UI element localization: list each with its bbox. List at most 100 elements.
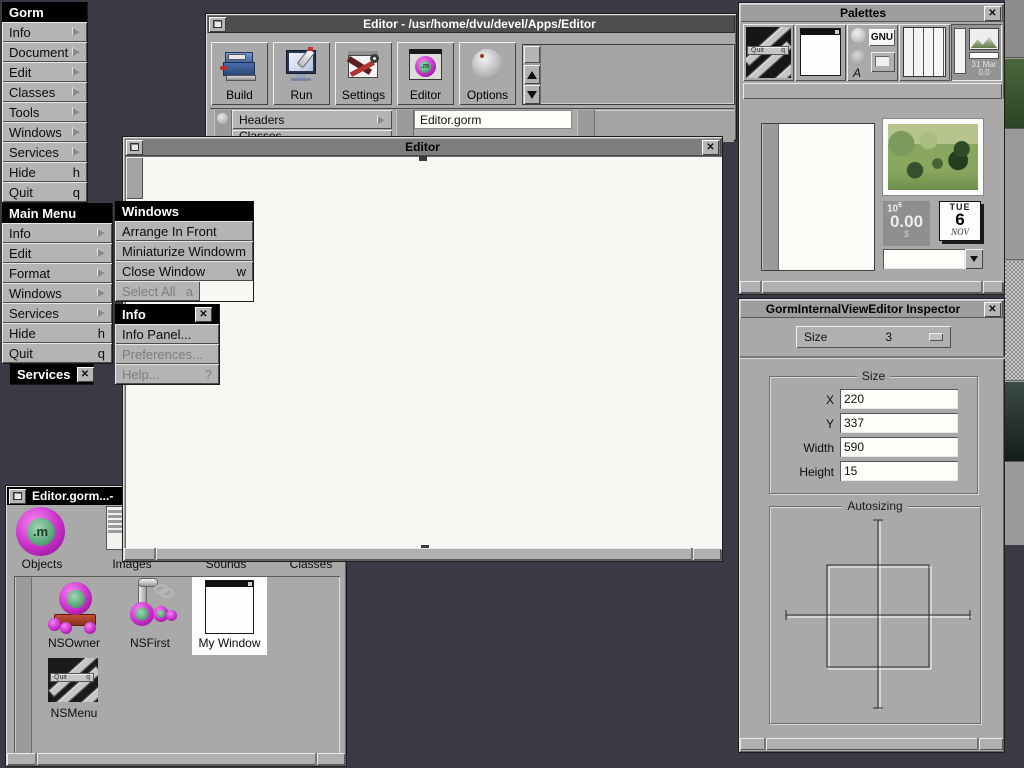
dock-tile[interactable] (1005, 382, 1024, 462)
window-title: Palettes (742, 6, 984, 20)
menu-item-miniaturize-window[interactable]: Miniaturize Windowm (115, 241, 253, 261)
scrollbar-knob[interactable] (524, 46, 540, 63)
palette-misc-selected[interactable]: 31 Mar 0.0 (951, 24, 1002, 81)
menu-item-quit[interactable]: Quitq (2, 182, 87, 202)
menu-item-info-panel[interactable]: Info Panel... (115, 324, 219, 344)
menu-item-classes[interactable]: Classes (2, 82, 87, 102)
inspector-titlebar[interactable]: GormInternalViewEditor Inspector ✕ (740, 300, 1003, 318)
selection-handle-top[interactable] (419, 156, 427, 161)
menu-item-quit[interactable]: Quitq (2, 343, 112, 363)
x-field[interactable] (840, 389, 958, 409)
palette-data[interactable] (899, 24, 950, 81)
run-button[interactable]: Run (273, 42, 330, 105)
window-resize-bar[interactable] (740, 281, 1003, 293)
close-button[interactable]: ✕ (77, 367, 94, 382)
menu-item-windows[interactable]: Windows (2, 283, 112, 303)
menu-item-hide[interactable]: Hideh (2, 323, 112, 343)
palette-textview[interactable] (761, 123, 875, 271)
tab-objects[interactable]: Objects (16, 557, 68, 571)
window-resize-bar[interactable] (7, 753, 345, 765)
submenu-arrow-icon (73, 108, 80, 116)
menu-item-document[interactable]: Document (2, 42, 87, 62)
editor-window-titlebar[interactable]: Editor ✕ (124, 138, 721, 156)
mywindow-icon (205, 580, 254, 634)
menu-item-arrange-in-front[interactable]: Arrange In Front (115, 221, 253, 241)
palette-imageview[interactable] (883, 119, 983, 195)
menu-item-select-all[interactable]: Select Alla (115, 281, 200, 301)
close-icon: ✕ (81, 369, 89, 380)
miniaturize-button[interactable] (9, 489, 26, 504)
menu-item-services[interactable]: Services (2, 303, 112, 323)
options-icon (471, 48, 505, 82)
window-title: Editor (143, 140, 702, 154)
nsmenu-quit-row: Quitq (50, 673, 94, 682)
menu-item-tools[interactable]: Tools (2, 102, 87, 122)
object-label: NSFirst (120, 636, 180, 650)
menu-item-info[interactable]: Info (2, 223, 112, 243)
close-button[interactable]: ✕ (984, 302, 1001, 317)
y-field[interactable] (840, 413, 958, 433)
gorm-menu-titlebar[interactable]: Gorm (2, 2, 87, 22)
main-menu-titlebar[interactable]: Main Menu (2, 203, 112, 223)
menu-item-help[interactable]: Help...? (115, 364, 219, 384)
toolbar-scrollbar[interactable] (523, 45, 541, 104)
services-menu-titlebar[interactable]: Services ✕ (10, 364, 93, 384)
scroll-up-button[interactable] (524, 65, 540, 84)
editor-button[interactable]: .m Editor (397, 42, 454, 105)
miniaturize-button[interactable] (209, 17, 226, 32)
object-nsowner[interactable]: NSOwner (42, 578, 106, 654)
browser-cell-selected[interactable]: Editor.gorm (414, 110, 572, 129)
options-button[interactable]: Options (459, 42, 516, 105)
window-title: GormInternalViewEditor Inspector (742, 302, 984, 316)
calendar-view[interactable]: TUE 6 NOV (939, 201, 981, 241)
menu-item-windows[interactable]: Windows (2, 122, 87, 142)
height-field[interactable] (840, 461, 958, 481)
menu-item-format[interactable]: Format (2, 263, 112, 283)
menu-item-info[interactable]: Info (2, 22, 87, 42)
close-button[interactable]: ✕ (702, 140, 719, 155)
window-resize-bar[interactable] (124, 548, 721, 560)
build-button[interactable]: Build (211, 42, 268, 105)
combo-input[interactable] (883, 249, 965, 269)
menu-item-services[interactable]: Services (2, 142, 87, 162)
object-mywindow-selected[interactable]: My Window (192, 577, 267, 655)
dock-tile[interactable] (1005, 59, 1024, 129)
menu-item-close-window[interactable]: Close Windoww (115, 261, 253, 281)
textview-scrollbar[interactable] (762, 124, 779, 270)
palette-menus[interactable]: Quitq (743, 24, 794, 81)
settings-button[interactable]: Settings (335, 42, 392, 105)
build-icon (222, 48, 258, 82)
close-button[interactable]: ✕ (195, 307, 212, 322)
object-nsmenu[interactable]: Quitq NSMenu (42, 656, 106, 730)
object-nsfirst[interactable]: NSFirst (120, 578, 180, 654)
menu-item-edit[interactable]: Edit (2, 243, 112, 263)
palette-windows[interactable] (795, 24, 846, 81)
window-resize-bar[interactable] (740, 738, 1003, 750)
popup-indicator-icon (929, 333, 943, 341)
browser-cell-headers[interactable]: Headers (232, 110, 392, 129)
scroll-down-button[interactable] (524, 85, 540, 104)
objects-scrollbar[interactable] (15, 577, 32, 753)
dock-tile[interactable] (1005, 261, 1024, 381)
menu-item-edit[interactable]: Edit (2, 62, 87, 82)
menu-item-preferences[interactable]: Preferences... (115, 344, 219, 364)
palette-controls[interactable]: A GNU (847, 24, 898, 81)
dock-tile[interactable] (1005, 130, 1024, 260)
info-menu-titlebar[interactable]: Info ✕ (115, 304, 219, 324)
tab-objects-icon[interactable]: .m (16, 507, 65, 556)
windows-menu-titlebar[interactable]: Windows (115, 201, 253, 221)
editor-app-titlebar[interactable]: Editor - /usr/home/dvu/devel/Apps/Editor (207, 15, 735, 33)
combo-box[interactable] (883, 249, 983, 269)
autosizing-control[interactable] (770, 508, 980, 722)
close-button[interactable]: ✕ (984, 6, 1001, 21)
menu-item-hide[interactable]: Hideh (2, 162, 87, 182)
currency-cell[interactable]: 106 0.00 $ (883, 201, 930, 246)
palettes-titlebar[interactable]: Palettes ✕ (740, 4, 1003, 22)
dock-tile[interactable] (1005, 0, 1024, 58)
miniaturize-button[interactable] (126, 140, 143, 155)
inspector-popup-button[interactable]: Size 3 (796, 326, 951, 348)
width-field[interactable] (840, 437, 958, 457)
dock-tile[interactable] (1005, 463, 1024, 545)
menus-palette-icon: Quitq (746, 27, 791, 78)
combo-dropdown-button[interactable] (965, 249, 983, 269)
